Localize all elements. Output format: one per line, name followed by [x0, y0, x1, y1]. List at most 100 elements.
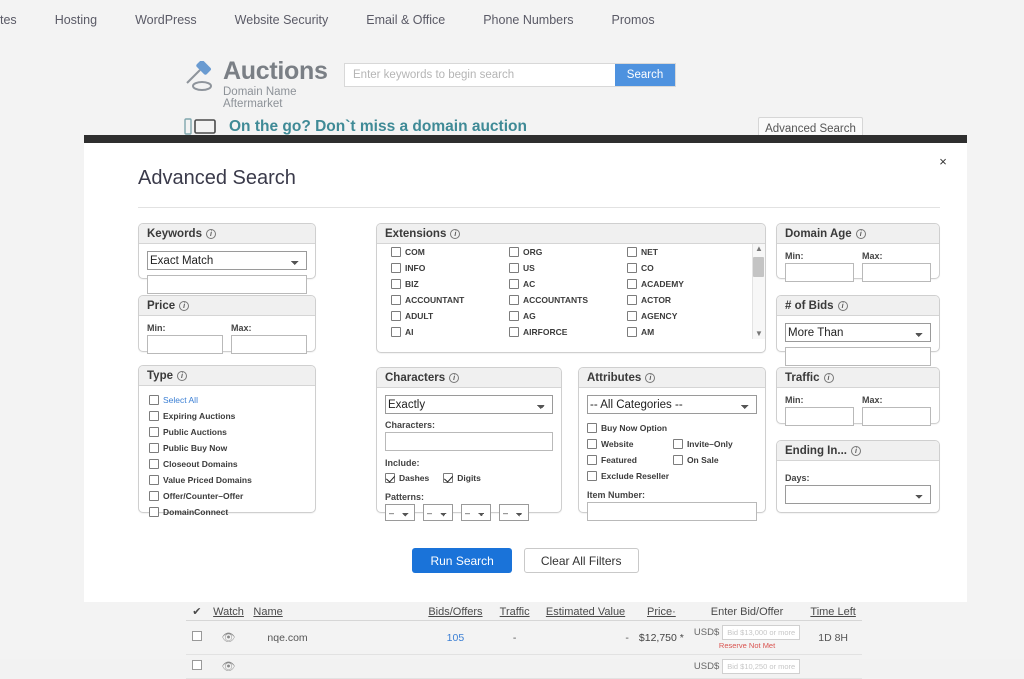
- type-option-public-buy-now[interactable]: Public Buy Now: [149, 440, 307, 456]
- row-name-cell[interactable]: nqe.com: [249, 621, 419, 655]
- info-icon[interactable]: i: [206, 229, 216, 239]
- extension-option-academy[interactable]: ACADEMY: [627, 276, 745, 292]
- checkbox[interactable]: [509, 327, 519, 337]
- pattern-select-2[interactable]: –: [423, 504, 453, 521]
- th-traffic[interactable]: Traffic: [491, 603, 538, 621]
- attribute-option-on-sale[interactable]: On Sale: [673, 452, 757, 468]
- table-row[interactable]: 👁 USD$ Bid $10,250 or more: [186, 655, 862, 679]
- info-icon[interactable]: i: [824, 373, 834, 383]
- th-time-left[interactable]: Time Left: [804, 603, 862, 621]
- type-option-closeout-domains[interactable]: Closeout Domains: [149, 456, 307, 472]
- attribute-option-invite-only[interactable]: Invite–Only: [673, 436, 757, 452]
- extension-option-ag[interactable]: AG: [509, 308, 627, 324]
- attribute-option-exclude-reseller[interactable]: Exclude Reseller: [587, 468, 673, 484]
- extension-option-net[interactable]: NET: [627, 244, 745, 260]
- info-icon[interactable]: i: [851, 446, 861, 456]
- chevron-down-icon[interactable]: ▼: [755, 329, 763, 339]
- extension-option-am[interactable]: AM: [627, 324, 745, 339]
- th-check[interactable]: ✔: [186, 603, 208, 621]
- nav-item-phone-numbers[interactable]: Phone Numbers: [464, 13, 592, 27]
- row-watch-cell[interactable]: 👁: [208, 655, 250, 679]
- eye-icon[interactable]: 👁: [222, 632, 236, 644]
- bids-value-input[interactable]: [785, 347, 931, 366]
- extension-option-actor[interactable]: ACTOR: [627, 292, 745, 308]
- extension-option-ai[interactable]: AI: [391, 324, 509, 339]
- extension-option-agency[interactable]: AGENCY: [627, 308, 745, 324]
- checkbox[interactable]: [149, 459, 159, 469]
- row-watch-cell[interactable]: 👁: [208, 621, 250, 655]
- checkbox[interactable]: [391, 263, 401, 273]
- include-option-dashes[interactable]: Dashes: [385, 470, 429, 486]
- type-option-select-all[interactable]: Select All: [149, 392, 307, 408]
- checkbox[interactable]: [509, 279, 519, 289]
- price-min-input[interactable]: [147, 335, 223, 354]
- checkbox[interactable]: [391, 279, 401, 289]
- info-icon[interactable]: i: [856, 229, 866, 239]
- checkbox[interactable]: [149, 475, 159, 485]
- checkbox[interactable]: [149, 443, 159, 453]
- row-name-cell[interactable]: [249, 655, 419, 679]
- row-checkbox-cell[interactable]: [186, 655, 208, 679]
- scrollbar-thumb[interactable]: [753, 257, 764, 277]
- characters-input[interactable]: [385, 432, 553, 451]
- checkbox[interactable]: [587, 439, 597, 449]
- attribute-option-featured[interactable]: Featured: [587, 452, 673, 468]
- checkbox[interactable]: [443, 473, 453, 483]
- ending-in-days-select[interactable]: [785, 485, 931, 504]
- checkbox[interactable]: [509, 247, 519, 257]
- chevron-up-icon[interactable]: ▲: [755, 244, 763, 254]
- keywords-match-select[interactable]: Exact Match: [147, 251, 307, 270]
- nav-item-email-office[interactable]: Email & Office: [347, 13, 464, 27]
- search-input[interactable]: [345, 64, 615, 86]
- checkbox[interactable]: [587, 423, 597, 433]
- traffic-min-input[interactable]: [785, 407, 854, 426]
- extension-option-info[interactable]: INFO: [391, 260, 509, 276]
- info-icon[interactable]: i: [645, 373, 655, 383]
- row-checkbox[interactable]: [192, 631, 202, 641]
- extension-option-ac[interactable]: AC: [509, 276, 627, 292]
- checkbox[interactable]: [149, 411, 159, 421]
- extension-option-org[interactable]: ORG: [509, 244, 627, 260]
- checkbox[interactable]: [627, 327, 637, 337]
- extension-option-co[interactable]: CO: [627, 260, 745, 276]
- extension-option-airforce[interactable]: AIRFORCE: [509, 324, 627, 339]
- checkbox[interactable]: [627, 295, 637, 305]
- close-icon[interactable]: ×: [935, 153, 951, 169]
- info-icon[interactable]: i: [449, 373, 459, 383]
- info-icon[interactable]: i: [177, 371, 187, 381]
- nav-item-sites[interactable]: tes: [0, 13, 36, 27]
- nav-item-promos[interactable]: Promos: [593, 13, 674, 27]
- checkbox[interactable]: [149, 427, 159, 437]
- type-option-domainconnect[interactable]: DomainConnect: [149, 504, 307, 520]
- eye-icon[interactable]: 👁: [222, 661, 236, 673]
- type-option-expiring-auctions[interactable]: Expiring Auctions: [149, 408, 307, 424]
- checkbox[interactable]: [673, 455, 683, 465]
- extension-option-us[interactable]: US: [509, 260, 627, 276]
- keywords-input[interactable]: [147, 275, 307, 294]
- checkbox[interactable]: [385, 473, 395, 483]
- checkbox[interactable]: [149, 507, 159, 517]
- th-estimated-value[interactable]: Estimated Value: [538, 603, 633, 621]
- extension-option-accountants[interactable]: ACCOUNTANTS: [509, 292, 627, 308]
- th-price[interactable]: Price·: [633, 603, 690, 621]
- bid-input[interactable]: Bid $13,000 or more: [722, 625, 800, 640]
- extension-option-adult[interactable]: ADULT: [391, 308, 509, 324]
- checkbox[interactable]: [587, 455, 597, 465]
- price-max-input[interactable]: [231, 335, 307, 354]
- info-icon[interactable]: i: [838, 301, 848, 311]
- type-option-offer-counter-offer[interactable]: Offer/Counter–Offer: [149, 488, 307, 504]
- include-option-digits[interactable]: Digits: [443, 470, 481, 486]
- checkbox[interactable]: [391, 247, 401, 257]
- checkbox[interactable]: [509, 311, 519, 321]
- checkbox[interactable]: [509, 295, 519, 305]
- domain-age-max-input[interactable]: [862, 263, 931, 282]
- attribute-option-buy-now-option[interactable]: Buy Now Option: [587, 420, 673, 436]
- attribute-option-website[interactable]: Website: [587, 436, 673, 452]
- extension-option-biz[interactable]: BIZ: [391, 276, 509, 292]
- table-row[interactable]: 👁 nqe.com 105 - - $12,750 * USD$ Bid $13…: [186, 621, 862, 655]
- bids-comparator-select[interactable]: More Than: [785, 323, 931, 342]
- type-option-public-auctions[interactable]: Public Auctions: [149, 424, 307, 440]
- brand-logo[interactable]: Auctions Domain Name Aftermarket: [183, 59, 343, 110]
- checkbox[interactable]: [149, 395, 159, 405]
- extension-option-com[interactable]: COM: [391, 244, 509, 260]
